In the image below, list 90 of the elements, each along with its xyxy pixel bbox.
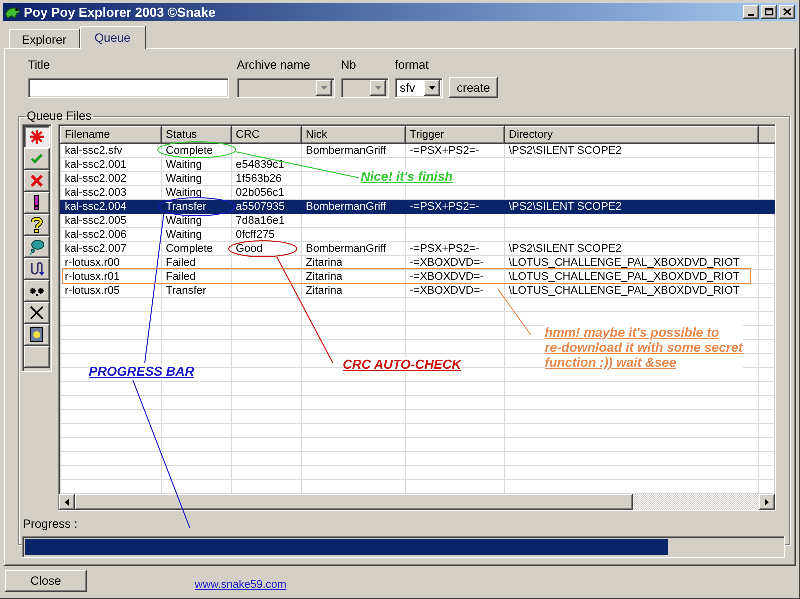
table-cell[interactable]: r-lotusx.r00: [60, 256, 162, 270]
column-header[interactable]: Trigger: [406, 126, 504, 144]
table-cell: -=XBOXDVD=-: [406, 284, 504, 298]
table-cell: Transfer: [162, 284, 232, 298]
minimize-icon: [748, 14, 754, 16]
table-cell: \LOTUS_CHALLENGE_PAL_XBOXDVD_RIOT: [504, 284, 758, 298]
field-label: Archive name: [237, 58, 312, 72]
table-cell: Complete: [162, 144, 232, 158]
table-cell: -=PSX+PS2=-: [406, 200, 504, 214]
table-cell[interactable]: kal-ssc2.007: [60, 242, 162, 256]
table-cell: Failed: [162, 270, 232, 284]
table-cell[interactable]: kal-ssc2.sfv: [60, 144, 162, 158]
tool-button[interactable]: [24, 126, 50, 148]
cross-icon: [29, 173, 45, 189]
table-cell: \PS2\SILENT SCOPE2: [504, 144, 758, 158]
maximize-button[interactable]: [761, 5, 777, 19]
table-cell: 1f563b26: [232, 172, 302, 186]
table-cell: BombermanGriff: [302, 200, 406, 214]
table-cell: Waiting: [162, 158, 232, 172]
minimize-button[interactable]: [743, 5, 759, 19]
table-cell: Zitarina: [302, 256, 406, 270]
tab[interactable]: Queue: [80, 26, 146, 49]
dropdown[interactable]: sfv: [395, 78, 443, 98]
speech-bubble-icon: [29, 239, 45, 255]
table-cell: Zitarina: [302, 270, 406, 284]
question-icon: [29, 217, 45, 233]
table-cell: Waiting: [162, 214, 232, 228]
window-title: Poy Poy Explorer 2003 ©Snake: [24, 4, 217, 20]
close-button[interactable]: [779, 5, 795, 19]
table-cell[interactable]: kal-ssc2.005: [60, 214, 162, 228]
table-cell: Waiting: [162, 172, 232, 186]
annotation-note: CRC AUTO-CHECK: [343, 357, 462, 372]
scroll-left-icon: [65, 498, 69, 506]
table-cell: a5507935: [232, 200, 302, 214]
table-cell: \LOTUS_CHALLENGE_PAL_XBOXDVD_RIOT: [504, 270, 758, 284]
column-header[interactable]: Directory: [504, 126, 758, 144]
dropdown-arrow-icon: [374, 86, 382, 90]
table-cell: 7d8a16e1: [232, 214, 302, 228]
table-cell: Good: [232, 242, 302, 256]
tab[interactable]: Explorer: [9, 29, 80, 49]
table-cell[interactable]: kal-ssc2.002: [60, 172, 162, 186]
table-cell: -=XBOXDVD=-: [406, 270, 504, 284]
table-cell[interactable]: kal-ssc2.001: [60, 158, 162, 172]
column-header[interactable]: Status: [162, 126, 232, 144]
table-cell: e54839c1: [232, 158, 302, 172]
create-button[interactable]: create: [449, 77, 498, 98]
column-header[interactable]: Filename: [60, 126, 162, 144]
table-cell: \PS2\SILENT SCOPE2: [504, 200, 758, 214]
table-cell: Complete: [162, 242, 232, 256]
column-header[interactable]: CRC: [232, 126, 302, 144]
asterisk-icon: [29, 129, 45, 145]
picture-icon: [29, 327, 45, 343]
table-cell: Waiting: [162, 228, 232, 242]
table-cell: \LOTUS_CHALLENGE_PAL_XBOXDVD_RIOT: [504, 256, 758, 270]
annotation-note: hmm! maybe it's possible to re-download it with some secret function :)) wait &see: [545, 325, 743, 370]
annotation-note: PROGRESS BAR: [89, 364, 194, 379]
progress-label: Progress :: [23, 517, 78, 531]
close-icon: [782, 8, 792, 16]
table-cell: \PS2\SILENT SCOPE2: [504, 242, 758, 256]
table-cell[interactable]: r-lotusx.r01: [60, 270, 162, 284]
xmark-icon: [29, 305, 45, 321]
maximize-icon: [764, 8, 774, 16]
field-label: Title: [28, 58, 52, 72]
table-cell[interactable]: kal-ssc2.006: [60, 228, 162, 242]
field-label: format: [395, 58, 430, 72]
close-button[interactable]: Close: [5, 570, 87, 592]
table-cell: -=XBOXDVD=-: [406, 256, 504, 270]
annotation-note: Nice! it's finish: [361, 169, 453, 184]
table-cell[interactable]: kal-ssc2.004: [60, 200, 162, 214]
column-header[interactable]: Nick: [302, 126, 406, 144]
table-cell: -=PSX+PS2=-: [406, 144, 504, 158]
website-link[interactable]: www.snake59.com: [195, 579, 287, 591]
app-icon: [5, 4, 21, 20]
group-title: Queue Files: [26, 109, 93, 123]
table-cell: Zitarina: [302, 284, 406, 298]
dropdown-arrow-icon: [320, 86, 328, 90]
title-field[interactable]: [28, 78, 229, 98]
scroll-left-button[interactable]: [59, 494, 75, 510]
scroll-right-button[interactable]: [759, 494, 775, 510]
table-cell: 0fcff275: [232, 228, 302, 242]
table-cell[interactable]: r-lotusx.r05: [60, 284, 162, 298]
u-arrow-icon: [29, 261, 45, 277]
table-cell: BombermanGriff: [302, 144, 406, 158]
field-label: Nb: [341, 58, 358, 72]
dropdown-arrow-icon: [428, 86, 436, 90]
table-cell: BombermanGriff: [302, 242, 406, 256]
scroll-right-icon: [765, 498, 769, 506]
scrollbar-thumb[interactable]: [75, 494, 633, 510]
table-cell: Failed: [162, 256, 232, 270]
table-cell: -=PSX+PS2=-: [406, 242, 504, 256]
